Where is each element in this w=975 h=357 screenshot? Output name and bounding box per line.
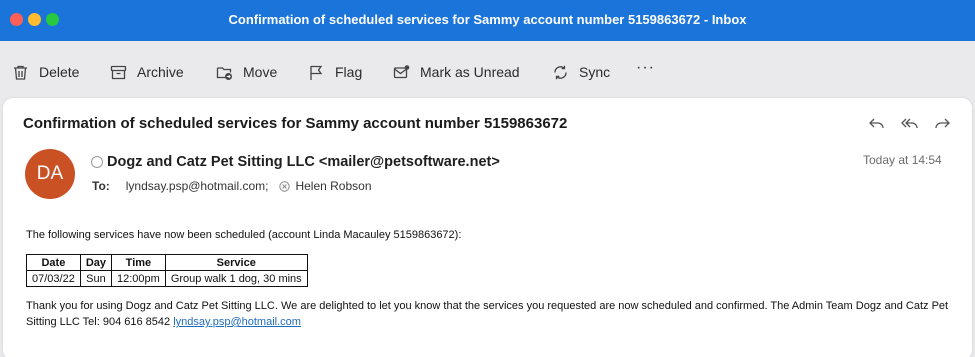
- move-label: Move: [243, 64, 278, 80]
- flag-label: Flag: [335, 64, 363, 80]
- sender-avatar: DA: [25, 149, 75, 199]
- message-date: Today at 14:54: [863, 153, 942, 167]
- delete-label: Delete: [39, 64, 80, 80]
- forward-icon[interactable]: [933, 114, 952, 133]
- services-table: Date Day Time Service 07/03/22 Sun 12:00…: [26, 254, 308, 287]
- contact-remove-icon[interactable]: [279, 180, 291, 192]
- recipient-primary[interactable]: lyndsay.psp@hotmail.com;: [126, 179, 269, 193]
- title-bar: Confirmation of scheduled services for S…: [0, 0, 975, 41]
- closing-paragraph: Thank you for using Dogz and Catz Pet Si…: [26, 298, 956, 330]
- to-label: To:: [92, 179, 110, 193]
- move-button[interactable]: Move: [216, 62, 277, 82]
- cell-date: 07/03/22: [26, 270, 81, 287]
- recipients-row: To: lyndsay.psp@hotmail.com; Helen Robso…: [92, 179, 372, 193]
- flag-icon: [310, 65, 323, 80]
- message-subject: Confirmation of scheduled services for S…: [23, 115, 568, 132]
- sync-label: Sync: [579, 64, 611, 80]
- closing-text: Thank you for using Dogz and Catz Pet Si…: [26, 300, 949, 328]
- header-time: Time: [111, 254, 166, 271]
- presence-status-icon: [91, 156, 103, 168]
- sender-row: Dogz and Catz Pet Sitting LLC <mailer@pe…: [91, 154, 500, 170]
- archive-icon: [110, 65, 127, 79]
- intro-text: The following services have now been sch…: [26, 229, 462, 241]
- reply-all-icon[interactable]: [900, 114, 919, 133]
- header-date: Date: [26, 254, 81, 271]
- toolbar: Delete Archive Move Flag Mark as Unread: [0, 41, 975, 98]
- header-service: Service: [164, 254, 308, 271]
- reply-icon[interactable]: [867, 114, 886, 133]
- delete-button[interactable]: Delete: [12, 62, 79, 82]
- more-actions-button[interactable]: ···: [636, 59, 655, 77]
- trash-icon: [14, 65, 27, 80]
- cell-service: Group walk 1 dog, 30 mins: [164, 270, 308, 287]
- message-body: The following services have now been sch…: [26, 227, 956, 330]
- sender-name[interactable]: Dogz and Catz Pet Sitting LLC <mailer@pe…: [107, 154, 500, 170]
- envelope-unread-icon: [393, 64, 410, 78]
- message-pane: Confirmation of scheduled services for S…: [3, 98, 972, 357]
- folder-move-icon: [216, 66, 232, 80]
- header-day: Day: [79, 254, 113, 271]
- archive-label: Archive: [137, 64, 184, 80]
- mark-unread-button[interactable]: Mark as Unread: [393, 62, 520, 82]
- table-header-row: Date Day Time Service: [26, 254, 308, 271]
- table-row: 07/03/22 Sun 12:00pm Group walk 1 dog, 3…: [26, 270, 308, 287]
- flag-button[interactable]: Flag: [308, 62, 362, 82]
- cell-day: Sun: [79, 270, 113, 287]
- sync-icon: [554, 65, 567, 79]
- window-title: Confirmation of scheduled services for S…: [228, 12, 747, 27]
- email-link[interactable]: lyndsay.psp@hotmail.com: [173, 316, 301, 328]
- recipient-secondary[interactable]: Helen Robson: [295, 179, 371, 193]
- archive-button[interactable]: Archive: [110, 62, 184, 82]
- cell-time: 12:00pm: [111, 270, 166, 287]
- reply-actions: [867, 114, 952, 133]
- mark-unread-label: Mark as Unread: [420, 64, 520, 80]
- sync-button[interactable]: Sync: [552, 62, 610, 82]
